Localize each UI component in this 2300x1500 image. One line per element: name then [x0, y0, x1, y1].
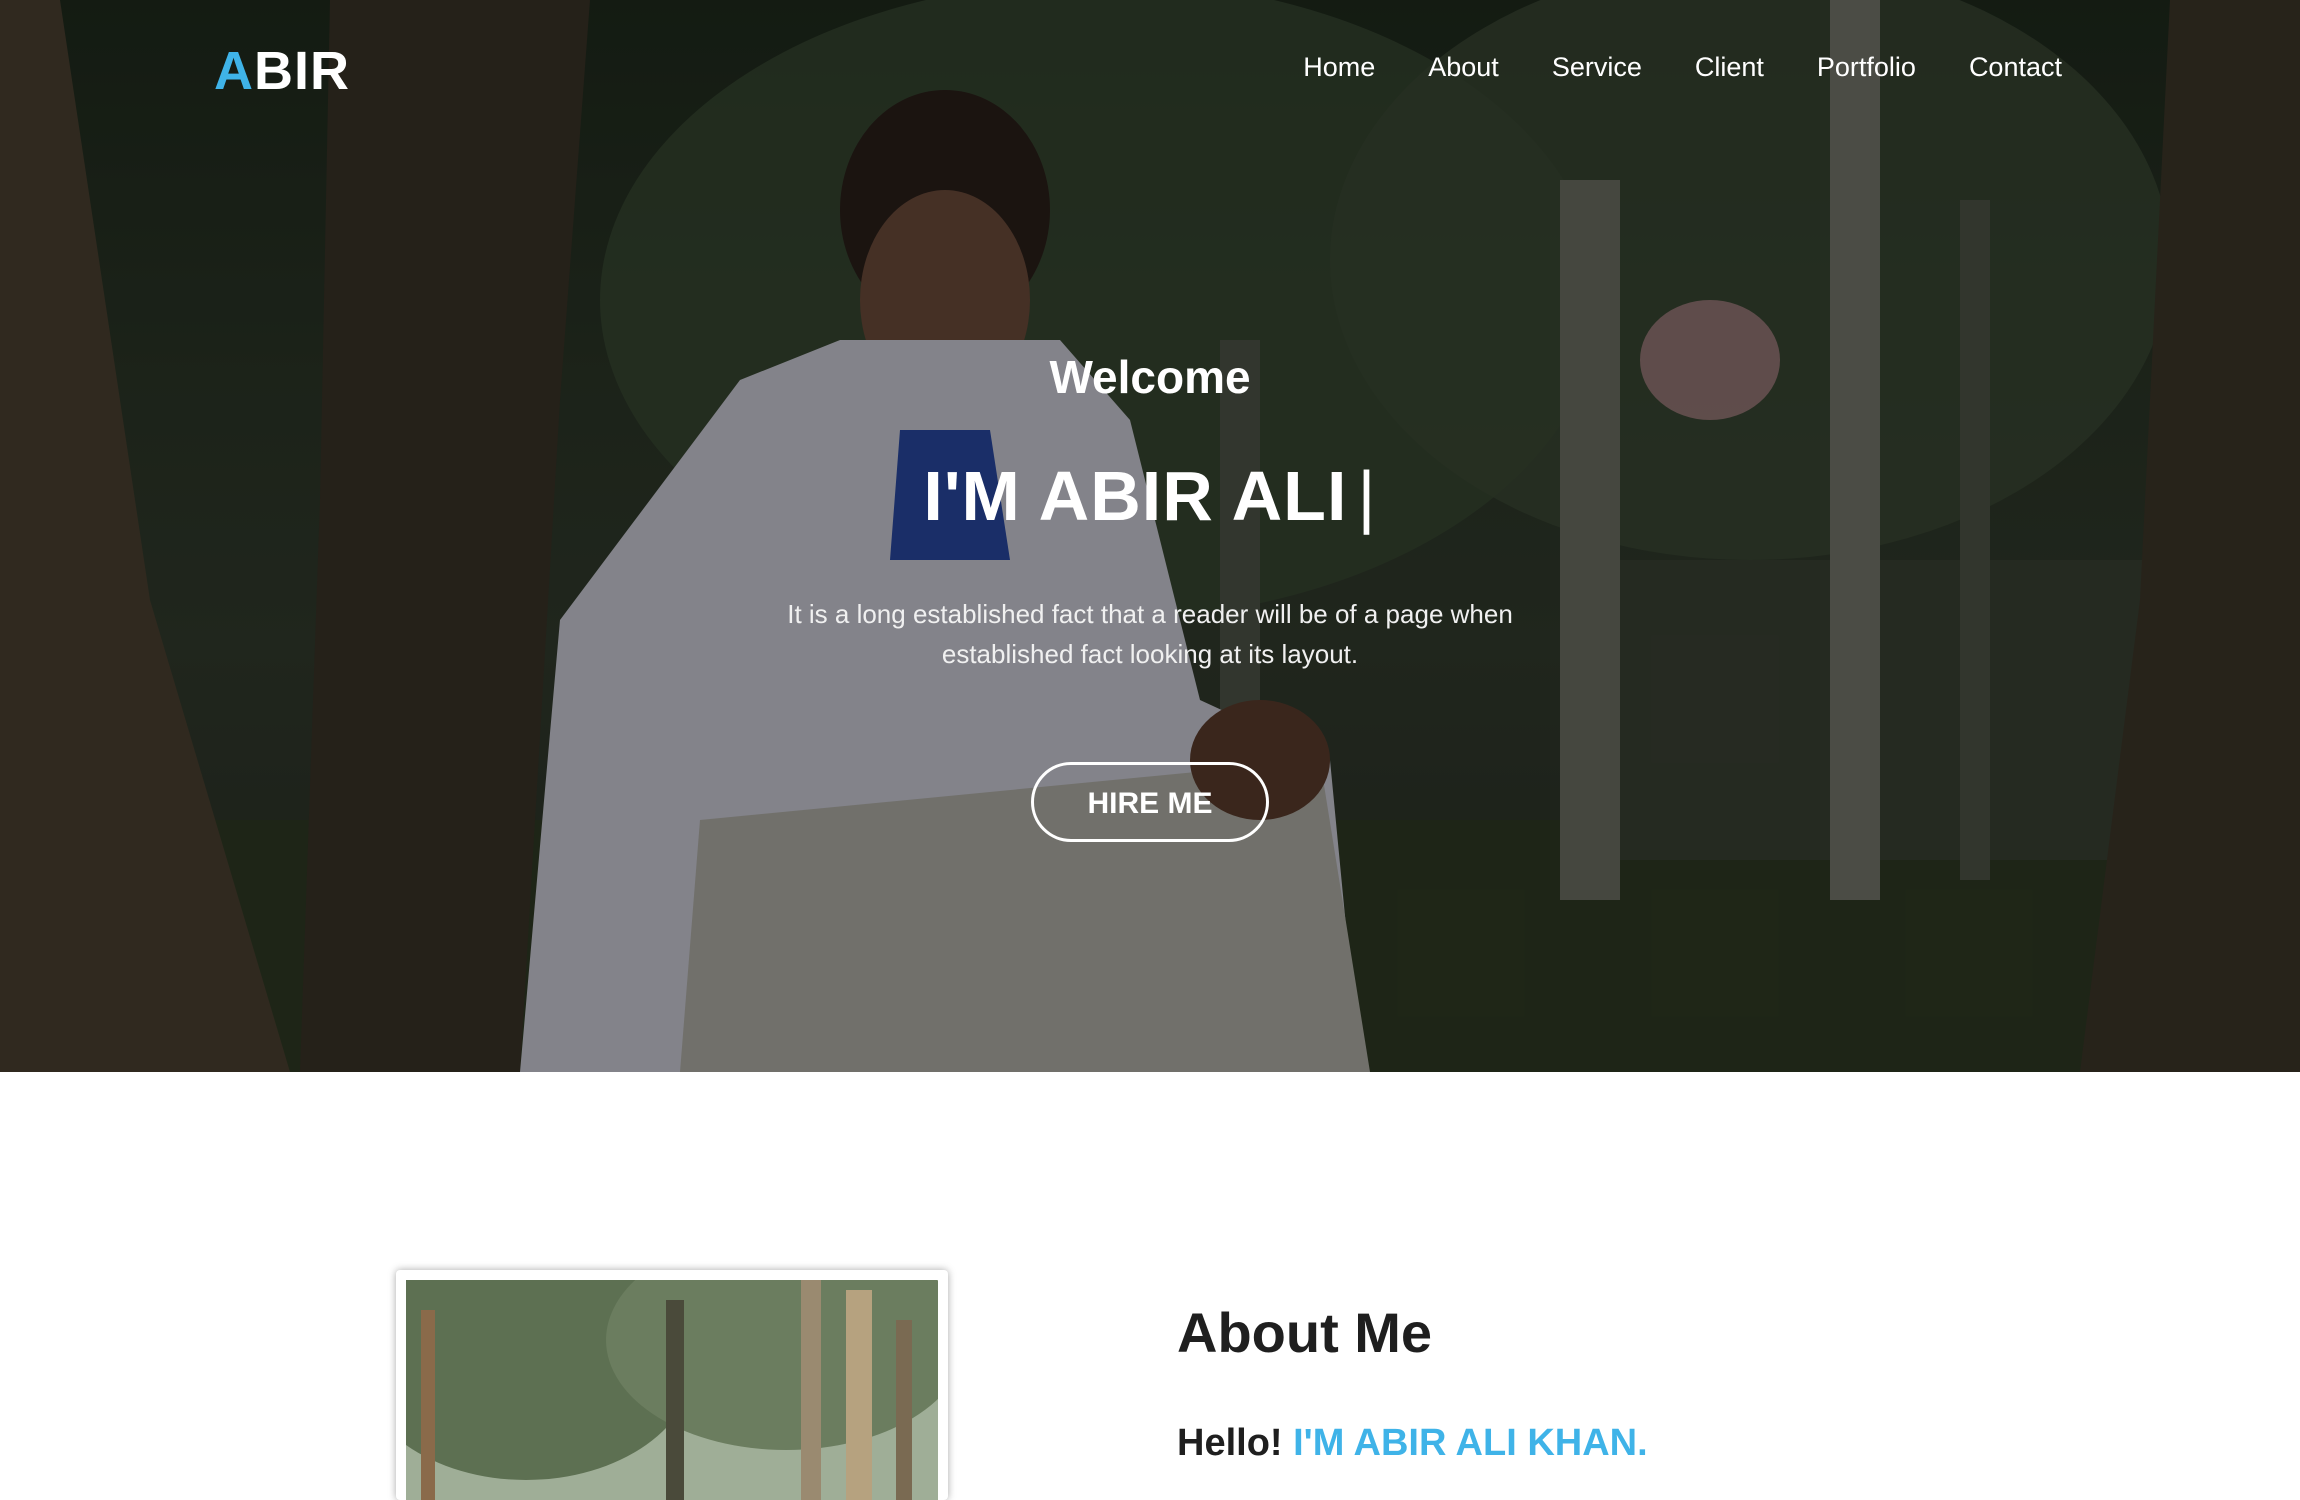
about-photo: [406, 1280, 938, 1500]
about-hello-text: Hello!: [1177, 1422, 1283, 1464]
logo-accent-letter: A: [214, 41, 254, 101]
nav-portfolio[interactable]: Portfolio: [1817, 52, 1916, 83]
nav-about[interactable]: About: [1428, 52, 1499, 83]
hero-title: I'M ABIR ALI |: [0, 456, 2300, 536]
about-heading: About Me: [1177, 1301, 1433, 1364]
about-photo-frame: [396, 1270, 948, 1500]
hero-section: ABIR Home About Service Client Portfolio…: [0, 0, 2300, 1072]
main-navigation: Home About Service Client Portfolio Cont…: [1250, 52, 2062, 83]
nav-contact[interactable]: Contact: [1969, 52, 2062, 83]
nav-client[interactable]: Client: [1695, 52, 1764, 83]
nav-home[interactable]: Home: [1303, 52, 1375, 83]
logo-text: BIR: [254, 41, 350, 101]
typing-cursor: |: [1357, 457, 1377, 535]
about-photo-image: [406, 1280, 938, 1500]
nav-service[interactable]: Service: [1552, 52, 1642, 83]
about-name: I'M ABIR ALI KHAN.: [1293, 1422, 1648, 1464]
hire-me-button[interactable]: HIRE ME: [1031, 762, 1269, 842]
hero-title-text: I'M ABIR ALI: [923, 457, 1348, 535]
about-greeting: Hello! I'M ABIR ALI KHAN.: [1177, 1422, 1648, 1465]
site-logo[interactable]: ABIR: [214, 40, 350, 102]
hero-content: Welcome I'M ABIR ALI | It is a long estab…: [0, 350, 2300, 842]
hero-description: It is a long established fact that a rea…: [787, 599, 1513, 669]
hero-welcome-text: Welcome: [1049, 351, 1251, 403]
